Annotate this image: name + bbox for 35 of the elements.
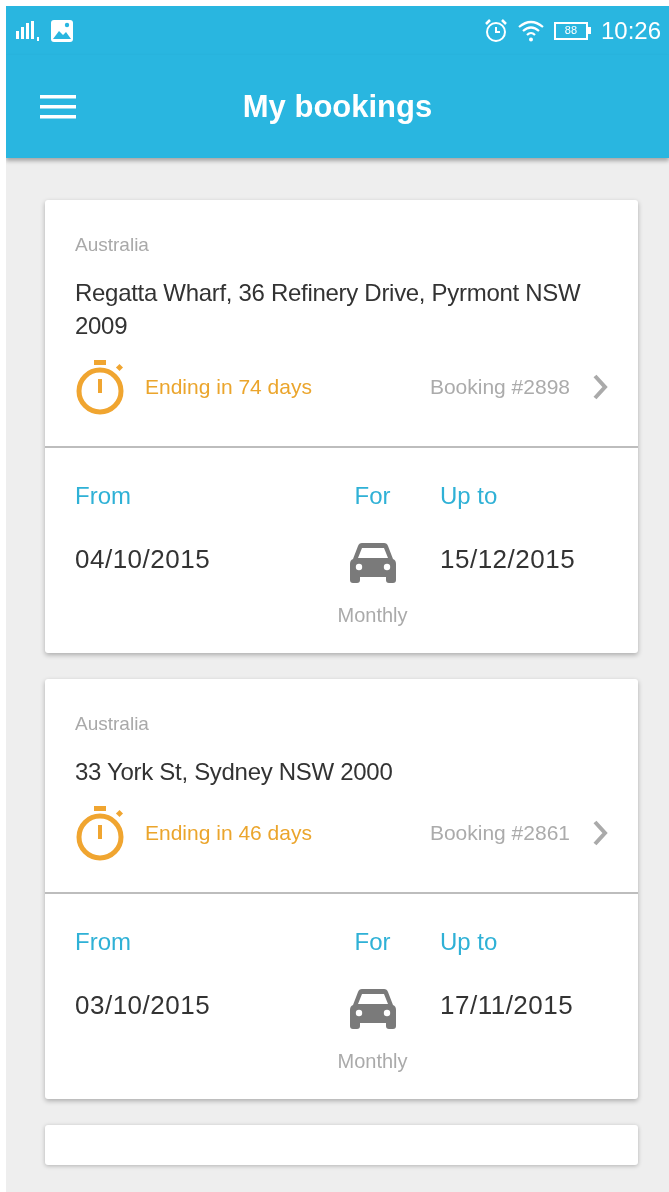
date-text: 17/11/2015 <box>440 989 575 1021</box>
booking-summary[interactable]: Australia Regatta Wharf, 36 Refinery Drive, Pyrmont NSW 2009 Ending in 74 days Booking #2898 <box>45 200 638 448</box>
image-icon <box>50 18 74 43</box>
address-text: 33 York St, Sydney NSW 2000 <box>75 757 394 787</box>
booking-number: Booking #2898 <box>429 375 570 399</box>
booking-summary[interactable]: Australia 33 York St, Sydney NSW 2000 Ending in 46 days Booking #2861 <box>45 679 638 894</box>
field-label: For <box>354 482 391 510</box>
alarm-clock-icon <box>483 18 508 43</box>
date-text: 04/10/2015 <box>75 543 212 575</box>
booking-number: Booking #2861 <box>429 821 570 845</box>
field-label: Up to <box>440 482 499 510</box>
date-text: 15/12/2015 <box>440 543 577 575</box>
ending-status: Ending in 46 days <box>145 821 313 845</box>
field-label: From <box>75 928 132 956</box>
field-label: Up to <box>440 928 499 956</box>
clock-time: 10:26 <box>600 16 661 45</box>
field-label: For <box>354 928 391 956</box>
chevron-right-icon <box>592 820 608 846</box>
menu-icon <box>40 94 76 119</box>
chevron-right-icon <box>592 374 608 400</box>
car-icon <box>348 542 397 584</box>
period-label: Monthly <box>337 604 408 627</box>
signal-icon <box>16 20 40 41</box>
screen-title: My bookings <box>241 88 434 125</box>
address-text: Regatta Wharf, 36 Refinery Drive, Pyrmont NSW 2009 <box>75 278 582 341</box>
ending-status: Ending in 74 days <box>145 375 313 399</box>
wifi-icon <box>517 19 544 42</box>
country-label: Australia <box>75 713 150 735</box>
menu-button[interactable] <box>40 92 76 121</box>
country-label: Australia <box>75 234 150 256</box>
date-text: 03/10/2015 <box>75 989 212 1021</box>
car-icon <box>348 988 397 1030</box>
period-label: Monthly <box>337 1050 408 1073</box>
battery-icon: 88 <box>553 21 591 40</box>
field-label: From <box>75 482 132 510</box>
